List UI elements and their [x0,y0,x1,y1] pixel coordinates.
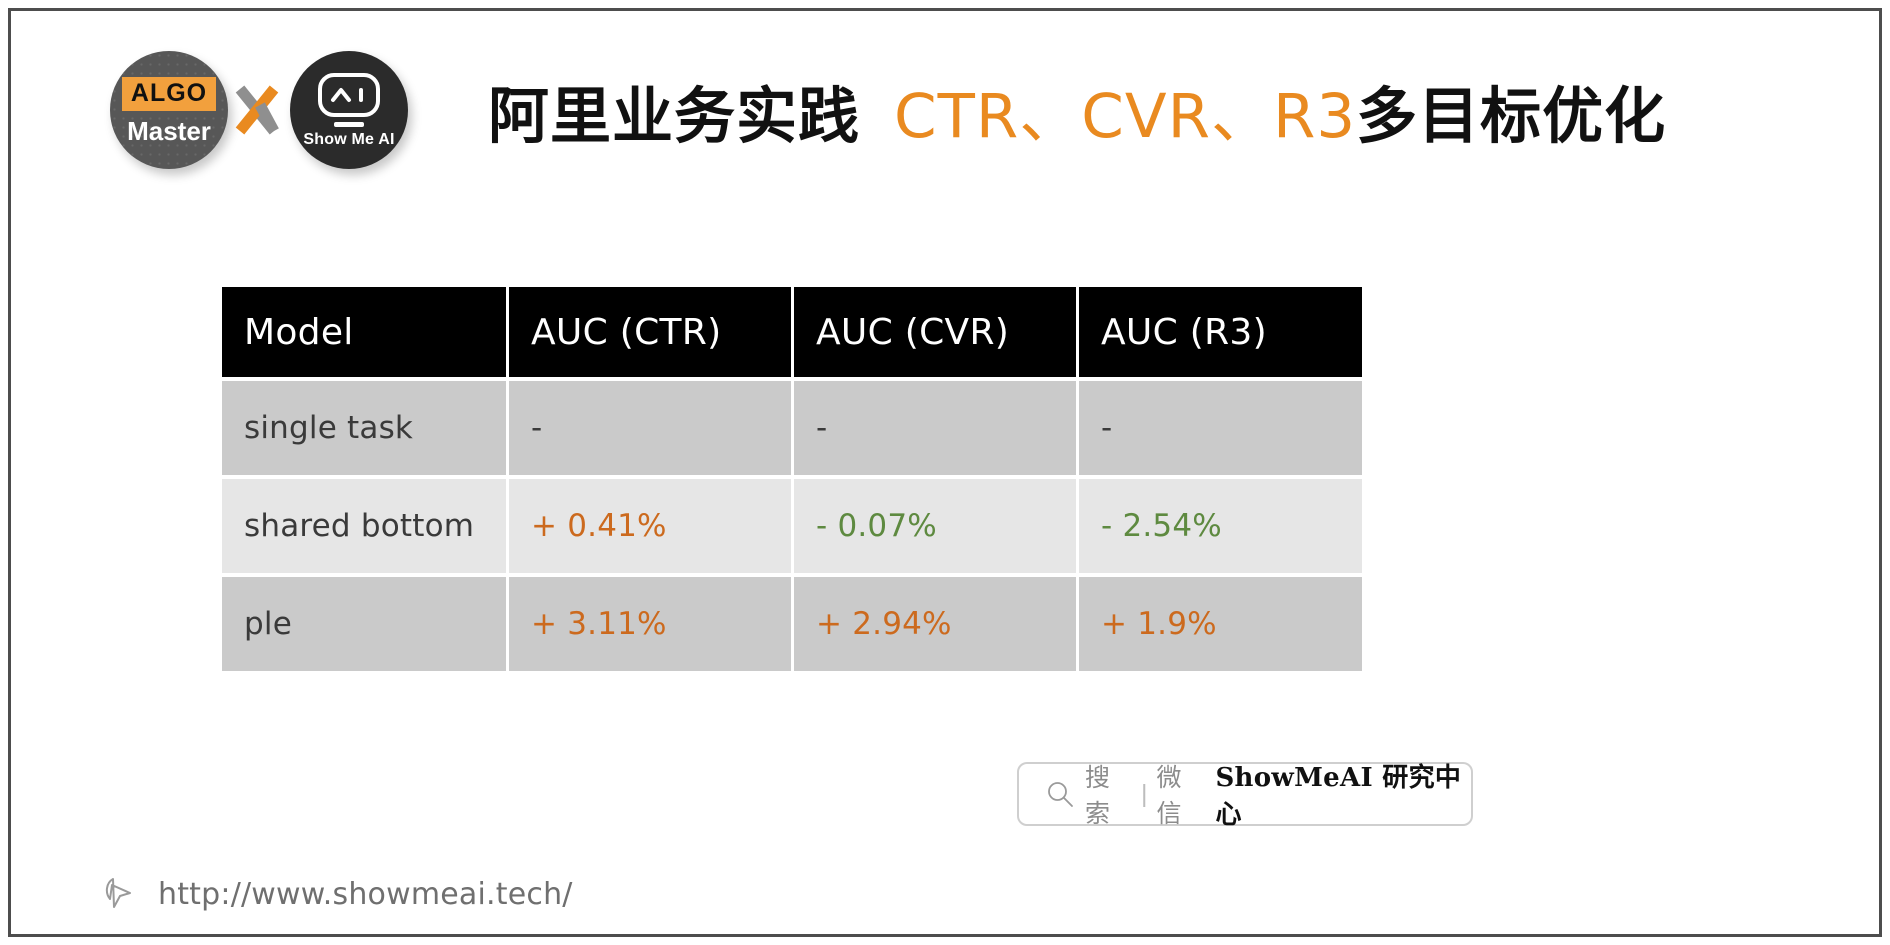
search-badge-platform: 微信 [1156,763,1182,828]
cell-auc-cvr: - 0.07% [794,479,1076,573]
robot-head-icon [318,72,380,117]
wechat-search-badge: 搜索 | 微信 ShowMeAI 研究中心 [1017,762,1473,830]
cell-model: shared bottom [222,479,506,573]
slide-header: ALGO Master Show Me AI 阿里业务实践 CTR、CVR、R3… [110,45,1666,175]
column-header-auc-cvr: AUC (CVR) [794,287,1076,377]
showmeai-logo-text: Show Me AI [303,130,395,148]
table-header-row: Model AUC (CTR) AUC (CVR) AUC (R3) [222,287,1362,377]
search-badge-brand: ShowMeAI 研究中心 [1215,763,1462,830]
robot-mouth-icon [334,121,364,127]
page-title-suffix: 多目标优化 [1356,80,1667,152]
page-title-accent: CTR、CVR、R3 [894,80,1357,152]
footer-url-text: http://www.showmeai.tech/ [158,876,573,912]
column-header-auc-r3: AUC (R3) [1079,287,1362,377]
cursor-icon [100,873,142,915]
algomaster-logo: ALGO Master [110,51,228,169]
column-header-model: Model [222,287,506,377]
cell-auc-ctr: - [509,381,791,475]
results-table: Model AUC (CTR) AUC (CVR) AUC (R3) singl… [219,283,1365,675]
table-row: shared bottom + 0.41% - 0.07% - 2.54% [222,479,1362,573]
slide-canvas: ALGO Master Show Me AI 阿里业务实践 CTR、CVR、R3… [0,0,1890,945]
cell-auc-r3: - 2.54% [1079,479,1362,573]
showmeai-logo: Show Me AI [290,51,408,169]
footer: http://www.showmeai.tech/ [100,873,573,915]
cell-auc-r3: - [1079,381,1362,475]
cell-auc-cvr: - [794,381,1076,475]
cell-auc-ctr: + 0.41% [509,479,791,573]
cell-auc-r3: + 1.9% [1079,577,1362,671]
table-row: single task - - - [222,381,1362,475]
search-badge-divider: | [1140,779,1148,808]
table-row: ple + 3.11% + 2.94% + 1.9% [222,577,1362,671]
cell-auc-ctr: + 3.11% [509,577,791,671]
cell-auc-cvr: + 2.94% [794,577,1076,671]
cell-model: ple [222,577,506,671]
algo-logo-top-text: ALGO [121,76,217,111]
search-icon [1045,779,1075,809]
cell-model: single task [222,381,506,475]
algo-logo-bottom-text: Master [127,115,211,146]
logo-separator-x-icon [230,75,288,145]
page-title: 阿里业务实践 CTR、CVR、R3 多目标优化 [488,66,1666,155]
page-title-main: 阿里业务实践 [488,80,861,152]
search-badge-label: 搜索 [1085,763,1111,828]
column-header-auc-ctr: AUC (CTR) [509,287,791,377]
